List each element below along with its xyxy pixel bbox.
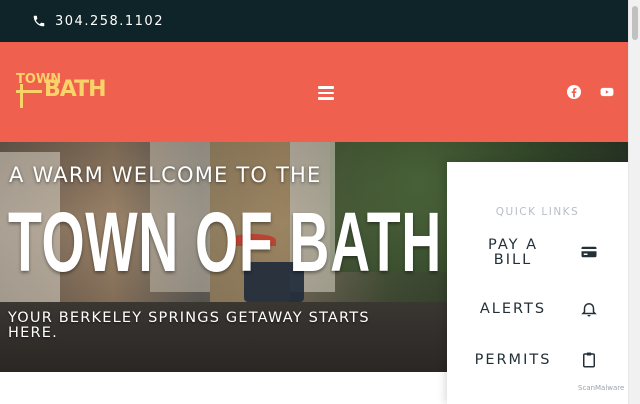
town-of-bath-logo[interactable]: TOWN BATH [16, 72, 107, 112]
hamburger-menu-icon[interactable] [318, 86, 336, 100]
logo-stem [20, 84, 23, 108]
bell-icon [580, 300, 598, 318]
clipboard-icon [580, 351, 598, 369]
quick-link-alerts[interactable]: ALERTS [447, 300, 628, 344]
quick-links-heading: QUICK LINKS [495, 206, 580, 218]
quick-link-label: ALERTS [479, 301, 547, 317]
top-bar: 304.258.1102 [0, 0, 628, 42]
hero-title: TOWN OF BATH [8, 195, 442, 289]
page-scrollbar[interactable] [628, 0, 640, 404]
hero-welcome-text: A WARM WELCOME TO THE [9, 163, 322, 187]
phone-icon[interactable] [32, 14, 46, 28]
facebook-icon[interactable] [567, 85, 581, 99]
quick-link-label: PERMITS [474, 352, 552, 368]
scrollbar-thumb[interactable] [632, 6, 638, 40]
phone-number-link[interactable]: 304.258.1102 [55, 14, 164, 29]
site-header: TOWN BATH [0, 42, 628, 142]
hero-tagline: YOUR BERKELEY SPRINGS GETAWAY STARTS HER… [8, 310, 370, 341]
youtube-icon[interactable] [600, 85, 614, 99]
quick-links-panel: QUICK LINKS PAY A BILL ALERTS PERMITS [447, 162, 628, 404]
scan-malware-badge[interactable]: ScanMalware [578, 384, 624, 392]
logo-text-bath: BATH [44, 77, 107, 102]
credit-card-icon [580, 243, 598, 261]
quick-link-label: PAY A BILL [488, 237, 538, 268]
quick-link-pay-a-bill[interactable]: PAY A BILL [447, 236, 628, 280]
